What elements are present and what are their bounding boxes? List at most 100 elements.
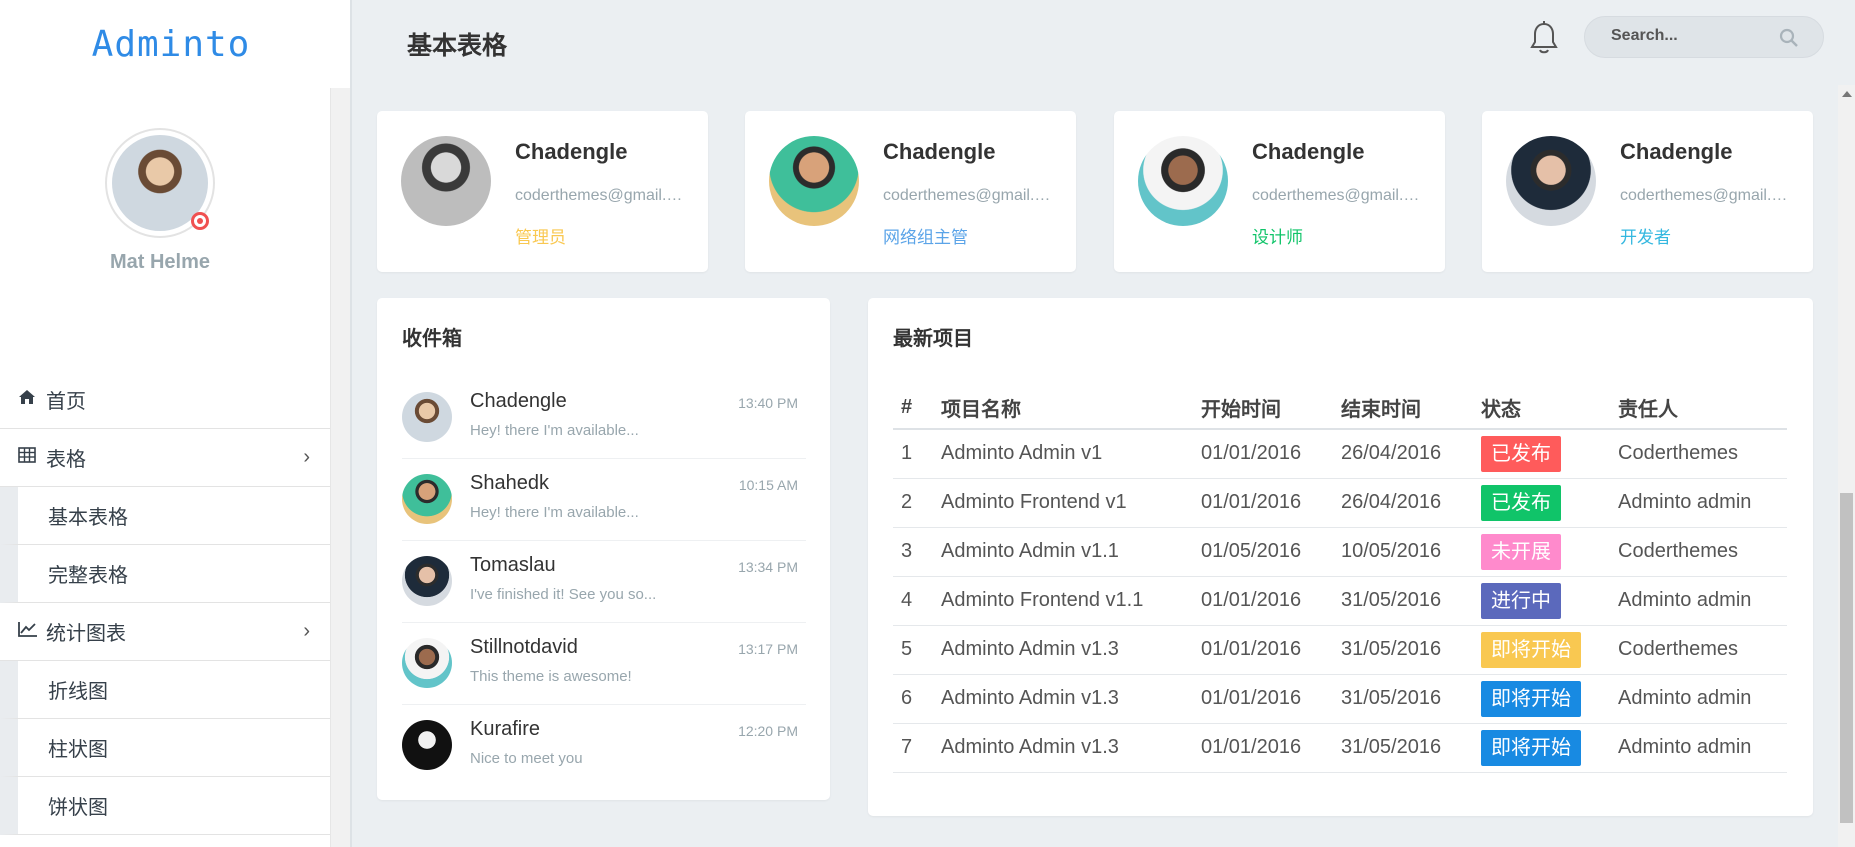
- projects-title: 最新项目: [893, 328, 973, 350]
- project-name: Adminto Admin v1.3: [933, 723, 1193, 773]
- avatar: [402, 556, 452, 606]
- status-badge: 进行中: [1481, 582, 1561, 619]
- sidebar-item-label: 表格: [46, 449, 86, 471]
- sidebar-item-home[interactable]: 首页: [0, 371, 330, 429]
- table-row: 6 Adminto Admin v1.3 01/01/2016 31/05/20…: [893, 674, 1787, 724]
- sidebar-item-line-chart[interactable]: 折线图: [0, 661, 330, 719]
- end-date: 31/05/2016: [1333, 576, 1473, 626]
- column-header: 结束时间: [1333, 386, 1473, 430]
- profile-card: Chadengle coderthemes@gmail.com 网络组主管: [745, 111, 1076, 272]
- project-name: Adminto Admin v1: [933, 429, 1193, 479]
- inbox-message[interactable]: Stillnotdavid This theme is awesome! 13:…: [402, 623, 806, 705]
- profile-name: Chadengle: [883, 139, 996, 164]
- user-name[interactable]: Mat Helme: [0, 251, 320, 274]
- scroll-up-arrow-icon[interactable]: [1842, 91, 1852, 97]
- owner: Adminto admin: [1610, 674, 1787, 724]
- projects-card: 最新项目 # 项目名称 开始时间 结束时间 状态 责任人 1 Adminto A…: [868, 298, 1813, 816]
- start-date: 01/01/2016: [1193, 625, 1333, 675]
- project-name: Adminto Admin v1.3: [933, 674, 1193, 724]
- status-cell: 即将开始: [1473, 625, 1610, 675]
- line-chart-icon: [18, 621, 40, 642]
- owner: Adminto admin: [1610, 478, 1787, 528]
- brand-logo[interactable]: Adminto: [0, 0, 352, 88]
- avatar: [401, 136, 491, 226]
- notification-bell-icon[interactable]: [1527, 20, 1561, 56]
- inbox-message[interactable]: Kurafire Nice to meet you 12:20 PM: [402, 705, 806, 787]
- avatar: [402, 720, 452, 770]
- sidebar-item-pie-chart[interactable]: 饼状图: [0, 777, 330, 835]
- message-time: 13:34 PM: [738, 559, 798, 575]
- end-date: 31/05/2016: [1333, 625, 1473, 675]
- inbox-message[interactable]: Shahedk Hey! there I'm available... 10:1…: [402, 459, 806, 541]
- sidebar-item-basic-table[interactable]: 基本表格: [0, 487, 330, 545]
- row-number: 1: [893, 429, 933, 479]
- sidebar-scrollbar[interactable]: [330, 88, 350, 847]
- avatar: [769, 136, 859, 226]
- owner: Adminto admin: [1610, 723, 1787, 773]
- profile-role: 网络组主管: [883, 228, 968, 247]
- message-time: 12:20 PM: [738, 723, 798, 739]
- start-date: 01/01/2016: [1193, 478, 1333, 528]
- status-cell: 未开展: [1473, 527, 1610, 577]
- message-preview: I've finished it! See you so...: [470, 586, 657, 603]
- inbox-card: 收件箱 Chadengle Hey! there I'm available..…: [377, 298, 830, 800]
- status-badge: 未开展: [1481, 533, 1561, 570]
- row-number: 3: [893, 527, 933, 577]
- chevron-right-icon: ›: [303, 620, 310, 642]
- logo-text[interactable]: Adminto: [92, 24, 251, 65]
- status-cell: 已发布: [1473, 478, 1610, 528]
- page-scrollbar[interactable]: [1838, 85, 1855, 847]
- status-cell: 已发布: [1473, 429, 1610, 479]
- project-name: Adminto Frontend v1.1: [933, 576, 1193, 626]
- sidebar-item-bar-chart[interactable]: 柱状图: [0, 719, 330, 777]
- sidebar-item-charts[interactable]: 统计图表 ›: [0, 603, 330, 661]
- search-box[interactable]: [1584, 16, 1824, 58]
- sidebar-item-label: 统计图表: [46, 623, 126, 645]
- end-date: 31/05/2016: [1333, 674, 1473, 724]
- profile-name: Chadengle: [515, 139, 628, 164]
- message-preview: This theme is awesome!: [470, 668, 632, 685]
- start-date: 01/01/2016: [1193, 429, 1333, 479]
- sidebar-item-tables[interactable]: 表格 ›: [0, 429, 330, 487]
- row-number: 5: [893, 625, 933, 675]
- sidebar: Adminto Mat Helme 首页 表格 › 基本表格 完整表格 统计图表…: [0, 0, 352, 847]
- row-number: 2: [893, 478, 933, 528]
- profile-name: Chadengle: [1620, 139, 1733, 164]
- status-badge: 已发布: [1481, 435, 1561, 472]
- search-icon[interactable]: [1779, 28, 1799, 48]
- status-badge: 即将开始: [1481, 729, 1581, 766]
- table-row: 7 Adminto Admin v1.3 01/01/2016 31/05/20…: [893, 723, 1787, 773]
- row-number: 4: [893, 576, 933, 626]
- status-indicator-icon: [191, 212, 209, 230]
- message-preview: Nice to meet you: [470, 750, 583, 767]
- sidebar-item-full-table[interactable]: 完整表格: [0, 545, 330, 603]
- avatar: [402, 392, 452, 442]
- inbox-message[interactable]: Chadengle Hey! there I'm available... 13…: [402, 377, 806, 459]
- sidebar-item-label: 基本表格: [48, 507, 128, 529]
- project-name: Adminto Frontend v1: [933, 478, 1193, 528]
- start-date: 01/01/2016: [1193, 576, 1333, 626]
- message-preview: Hey! there I'm available...: [470, 504, 639, 521]
- message-sender: Kurafire: [470, 718, 541, 740]
- message-sender: Stillnotdavid: [470, 636, 578, 658]
- user-avatar[interactable]: [105, 128, 215, 238]
- message-sender: Chadengle: [470, 390, 567, 412]
- column-header: 开始时间: [1193, 386, 1333, 430]
- sidebar-item-label: 饼状图: [48, 797, 108, 819]
- chevron-right-icon: ›: [303, 446, 310, 468]
- message-sender: Shahedk: [470, 472, 549, 494]
- profile-card: Chadengle coderthemes@gmail.com 开发者: [1482, 111, 1813, 272]
- profile-email: coderthemes@gmail.com: [883, 187, 1058, 204]
- search-input[interactable]: [1611, 27, 1771, 45]
- end-date: 10/05/2016: [1333, 527, 1473, 577]
- column-header: 状态: [1473, 386, 1610, 430]
- scrollbar-thumb[interactable]: [1840, 493, 1853, 823]
- inbox-message[interactable]: Tomaslau I've finished it! See you so...…: [402, 541, 806, 623]
- sidebar-menu: 首页 表格 › 基本表格 完整表格 统计图表 › 折线图 柱状图 饼状图: [0, 371, 330, 835]
- status-badge: 即将开始: [1481, 631, 1581, 668]
- column-header: #: [893, 386, 933, 430]
- profile-role: 设计师: [1252, 228, 1303, 247]
- message-preview: Hey! there I'm available...: [470, 422, 639, 439]
- column-header: 项目名称: [933, 386, 1193, 430]
- owner: Coderthemes: [1610, 429, 1787, 479]
